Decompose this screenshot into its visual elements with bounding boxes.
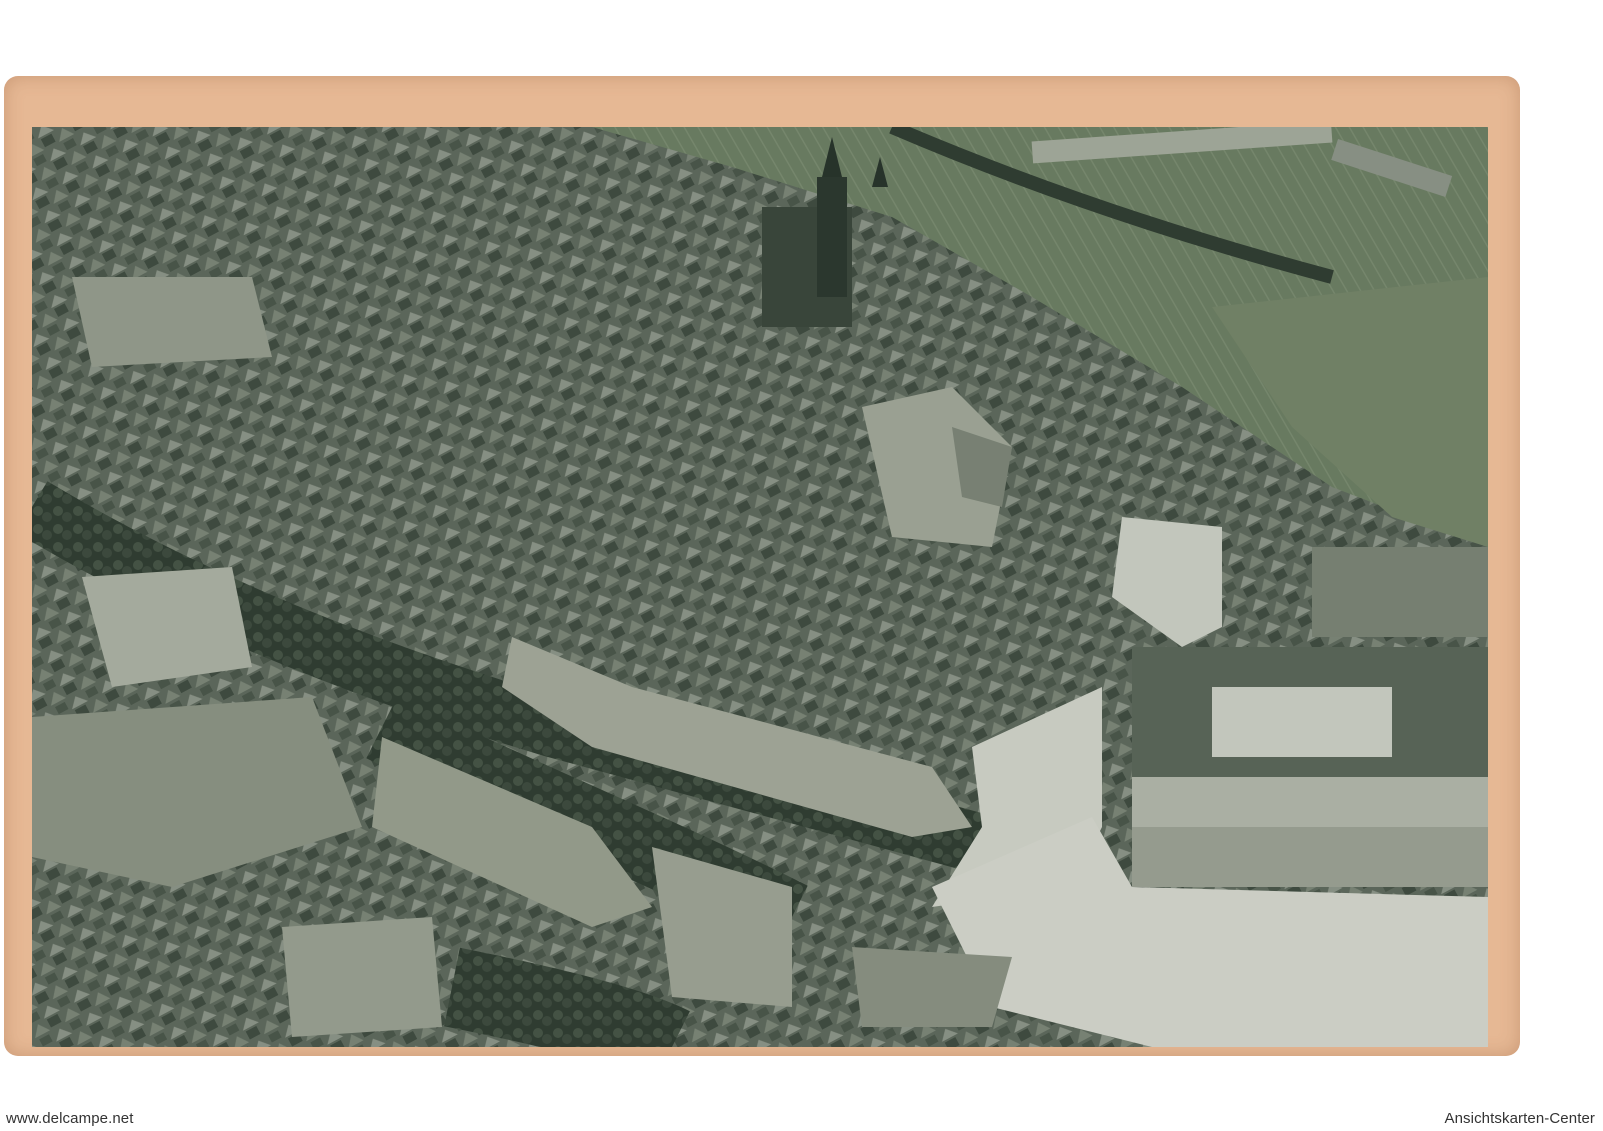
screenshot-canvas: www.delcampe.net Ansichtskarten-Center bbox=[0, 0, 1603, 1131]
aerial-photo-svg bbox=[32, 127, 1488, 1047]
watermark-left: www.delcampe.net bbox=[6, 1110, 134, 1127]
watermark-right: Ansichtskarten-Center bbox=[1444, 1110, 1595, 1127]
aerial-photograph bbox=[32, 127, 1488, 1047]
photo-tone-overlay bbox=[32, 127, 1488, 1047]
